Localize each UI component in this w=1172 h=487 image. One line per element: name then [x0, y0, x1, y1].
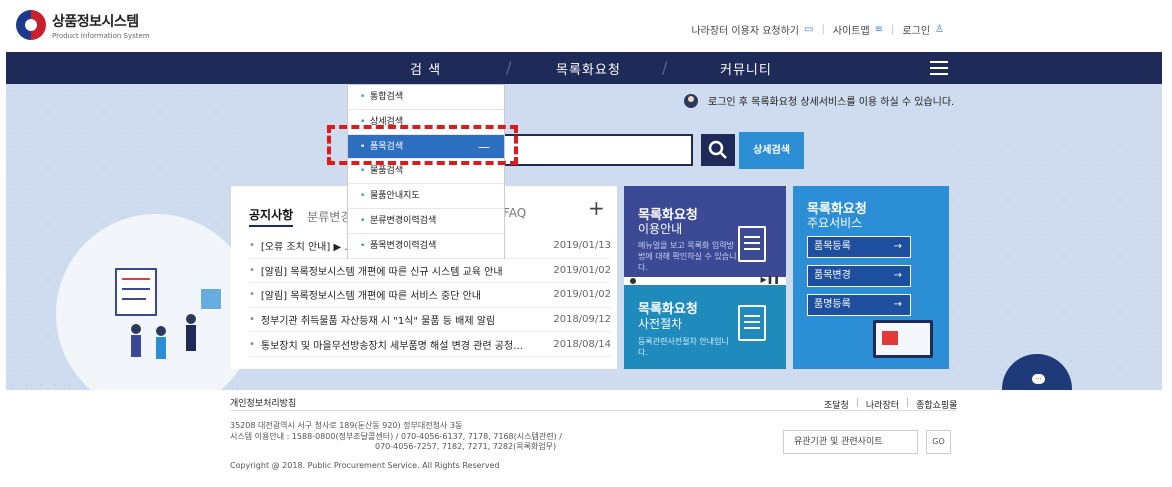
product-change-button[interactable]: 품목변경 → — [807, 265, 911, 287]
list-item[interactable]: • [알림] 목록정보시스템 개편에 따른 신규 시스템 교육 안내 2019/0… — [249, 259, 611, 284]
dot-pattern — [952, 144, 1162, 384]
top-bar: 상품정보시스템 Product Information System 나라장터 … — [0, 0, 1172, 52]
sitemap-link[interactable]: 사이트맵 — [833, 22, 870, 37]
footer-divider — [230, 410, 956, 411]
monitor-cart-icon — [873, 320, 933, 358]
card-description: 메뉴얼을 보고 목록화 입력방법에 대해 확인하실 수 있습니다. — [638, 241, 737, 272]
list-item[interactable]: • 통보장치 및 마을무선방송장치 세부품명 해설 변경 관련 공청… 2018/… — [249, 332, 611, 357]
request-use-link[interactable]: 나라장터 이용자 요청하기 — [691, 22, 799, 37]
logo-subtitle: Product Information System — [52, 31, 150, 40]
slider-dot-icon[interactable] — [630, 278, 636, 284]
tab-classification[interactable]: 분류변경 — [307, 208, 351, 225]
card-subtitle: 사전절차 — [638, 317, 683, 331]
search-type-dropdown: 통합검색 상세검색 품목검색 — 물품검색 물품안내지도 분류변경이력검색 품목… — [347, 84, 505, 259]
play-pause-icon[interactable]: ▶❚❚ — [760, 275, 780, 284]
arrow-right-icon: → — [893, 299, 902, 310]
guide-card[interactable]: 목록화요청 이용안내 메뉴얼을 보고 목록화 입력방법에 대해 확인하실 수 있… — [624, 186, 786, 278]
taegeuk-logo-icon — [16, 10, 46, 40]
tab-notice[interactable]: 공지사항 — [249, 206, 294, 227]
copyright: Copyright @ 2018. Public Procurement Ser… — [230, 461, 500, 470]
more-plus-icon[interactable]: + — [588, 196, 605, 220]
list-icon: ≡ — [874, 24, 884, 35]
item-name-register-button[interactable]: 품명등록 → — [807, 294, 911, 316]
speech-bubble-icon: ··· — [1032, 374, 1045, 384]
services-card: 목록화요청 주요서비스 품목등록 → 품목변경 → 품명등록 → — [793, 186, 949, 369]
footer-address: 35208 대전광역시 서구 청사로 189(둔산동 920) 정부대전청사 3… — [230, 421, 562, 451]
card-subtitle: 주요서비스 — [807, 216, 863, 230]
arrow-right-icon: → — [893, 270, 902, 281]
gnb-divider: / — [506, 58, 512, 77]
go-button[interactable]: GO — [926, 430, 951, 454]
logo[interactable]: 상품정보시스템 Product Information System — [16, 10, 150, 40]
document-pen-icon — [738, 226, 766, 262]
dropdown-item-product-history[interactable]: 품목변경이력검색 — [348, 234, 504, 259]
meeting-illustration — [115, 268, 221, 359]
card-slider-controls: ▶❚❚ — [624, 275, 786, 285]
hamburger-menu-icon[interactable] — [930, 61, 948, 75]
detail-search-button[interactable]: 상세검색 — [739, 132, 804, 169]
gnb-divider: / — [662, 58, 668, 77]
global-navigation: 검 색 / 목록화요청 / 커뮤니티 — [6, 52, 1162, 84]
login-notice-text: 로그인 후 목록화요청 상세서비스를 이용 하실 수 있습니다. — [708, 97, 955, 108]
avatar-icon — [684, 93, 698, 108]
list-item[interactable]: • 정부기관 취득물품 자산등재 시 "1식" 물품 등 배제 알림 2018/0… — [249, 308, 611, 333]
gnb-catalog-request[interactable]: 목록화요청 — [556, 59, 621, 78]
login-notice: 로그인 후 목록화요청 상세서비스를 이용 하실 수 있습니다. — [684, 93, 954, 108]
list-item[interactable]: • [알림] 목록정보시스템 개편에 따른 서비스 중단 안내 2019/01/0… — [249, 283, 611, 308]
privacy-policy-link[interactable]: 개인정보처리방침 — [230, 396, 296, 409]
monitor-icon: ▭ — [804, 24, 814, 35]
product-register-button[interactable]: 품목등록 → — [807, 236, 911, 258]
red-dashed-highlight — [327, 125, 518, 165]
dropdown-item-class-history[interactable]: 분류변경이력검색 — [348, 209, 504, 234]
login-link[interactable]: 로그인 — [902, 22, 930, 37]
related-sites-select[interactable]: 유관기관 및 관련사이트 — [783, 430, 918, 454]
magnifier-icon — [708, 140, 727, 159]
gnb-community[interactable]: 커뮤니티 — [720, 59, 772, 78]
procedure-card[interactable]: 목록화요청 사전절차 등록관련사전절차 안내입니다. — [624, 285, 786, 369]
gnb-search[interactable]: 검 색 — [410, 59, 441, 78]
arrow-right-icon: → — [893, 241, 902, 252]
user-icon: ♙ — [935, 24, 944, 35]
tab-faq[interactable]: FAQ — [503, 206, 526, 220]
dropdown-item-map[interactable]: 물품안내지도 — [348, 184, 504, 209]
utility-menu: 나라장터 이용자 요청하기 ▭ | 사이트맵 ≡ | 로그인 ♙ — [691, 22, 944, 37]
card-subtitle: 이용안내 — [638, 222, 683, 236]
search-input[interactable] — [503, 134, 693, 166]
card-description: 등록관련사전절차 안내입니다. — [638, 337, 729, 357]
logo-title: 상품정보시스템 — [52, 13, 139, 30]
checklist-icon — [738, 305, 766, 341]
search-button[interactable] — [701, 134, 735, 166]
dropdown-item-integrated[interactable]: 통합검색 — [348, 85, 504, 110]
footer: 개인정보처리방침 조달청 | 나라장터 | 종합쇼핑몰 35208 대전광역시 … — [0, 390, 1172, 487]
